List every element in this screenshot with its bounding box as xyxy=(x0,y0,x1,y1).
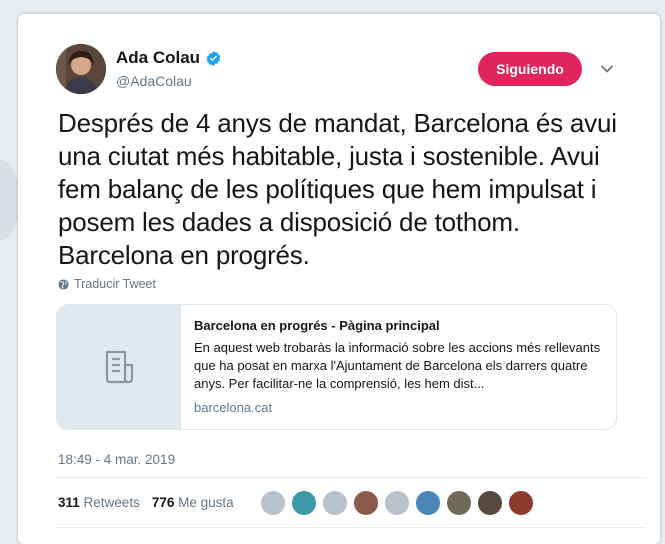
link-domain: barcelona.cat xyxy=(194,400,273,415)
avatar[interactable] xyxy=(56,44,106,94)
verified-badge-icon xyxy=(206,50,221,66)
chevron-down-icon[interactable] xyxy=(600,62,614,76)
liker-avatar[interactable] xyxy=(322,490,348,516)
link-description: En aquest web trobaràs la informació sob… xyxy=(194,340,601,391)
likes-count: 776 xyxy=(151,495,175,510)
divider xyxy=(56,477,646,478)
user-name[interactable]: Ada Colau xyxy=(116,48,222,68)
tweet-card: Ada Colau @AdaColau Siguiendo Després de… xyxy=(18,14,660,544)
liker-avatar[interactable] xyxy=(415,490,441,516)
likes-label: Me gusta xyxy=(178,495,234,510)
retweets-count: 311 xyxy=(58,495,80,510)
link-preview-card[interactable]: Barcelona en progrés - Pàgina principal … xyxy=(56,304,617,430)
user-name-text[interactable]: Ada Colau xyxy=(116,48,200,68)
globe-icon xyxy=(58,278,69,290)
liker-avatar[interactable] xyxy=(353,490,379,516)
document-icon xyxy=(105,350,134,384)
translate-tweet-link[interactable]: Traducir Tweet xyxy=(58,277,156,291)
liker-avatar[interactable] xyxy=(291,490,317,516)
link-title: Barcelona en progrés - Pàgina principal xyxy=(194,318,440,333)
liker-avatar[interactable] xyxy=(446,490,472,516)
liker-avatar[interactable] xyxy=(260,490,286,516)
background-decoration xyxy=(0,160,20,240)
profile-photo xyxy=(56,44,106,94)
likes-stat[interactable]: 776 Me gusta xyxy=(152,495,234,510)
liker-avatar[interactable] xyxy=(508,490,534,516)
liker-avatar[interactable] xyxy=(477,490,503,516)
tweet-text: Després de 4 anys de mandat, Barcelona é… xyxy=(58,108,617,270)
likers-avatars xyxy=(260,490,534,516)
tweet-timestamp[interactable]: 18:49 - 4 mar. 2019 xyxy=(58,452,175,467)
retweets-label: Retweets xyxy=(83,495,140,510)
user-handle[interactable]: @AdaColau xyxy=(116,73,192,89)
liker-avatar[interactable] xyxy=(384,490,410,516)
link-thumbnail xyxy=(57,305,181,429)
retweets-stat[interactable]: 311 Retweets xyxy=(58,495,140,510)
divider xyxy=(56,527,646,528)
tweet-stats: 311 Retweets 776 Me gusta xyxy=(58,495,234,510)
following-button[interactable]: Siguiendo xyxy=(478,52,582,86)
translate-label[interactable]: Traducir Tweet xyxy=(74,277,156,291)
